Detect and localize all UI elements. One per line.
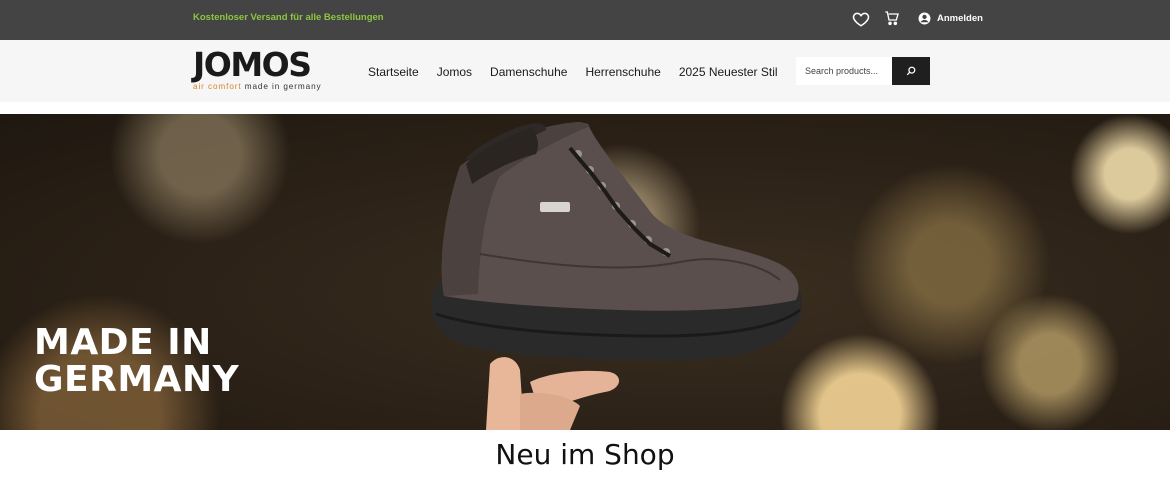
search-icon — [906, 66, 916, 76]
search-button[interactable] — [892, 57, 930, 85]
top-bar: Kostenloser Versand für alle Bestellunge… — [0, 0, 1170, 40]
nav-item-jomos[interactable]: Jomos — [437, 65, 472, 79]
nav-item-neuester-stil[interactable]: 2025 Neuester Stil — [679, 65, 778, 79]
heart-icon[interactable] — [852, 10, 870, 28]
main-header: JOMOS air comfort made in germany Starts… — [0, 40, 1170, 102]
login-label: Anmelden — [937, 12, 983, 24]
logo-tagline: air comfort made in germany — [193, 82, 328, 92]
logo-tagline-highlight: air comfort — [193, 82, 242, 91]
section-title: Neu im Shop — [495, 438, 675, 471]
logo-word: JOMOS — [193, 45, 312, 84]
hero-headline-line-2: GERMANY — [34, 359, 240, 400]
nav-item-damenschuhe[interactable]: Damenschuhe — [490, 65, 567, 79]
nav-item-startseite[interactable]: Startseite — [368, 65, 419, 79]
logo-tagline-rest: made in germany — [241, 82, 322, 91]
search-bar — [796, 57, 930, 85]
search-input[interactable] — [796, 57, 892, 85]
logo[interactable]: JOMOS air comfort made in germany — [193, 48, 328, 94]
user-circle-icon — [918, 12, 931, 24]
boot-image — [431, 122, 802, 430]
shipping-promo: Kostenloser Versand für alle Bestellunge… — [193, 12, 384, 23]
main-nav: Startseite Jomos Damenschuhe Herrenschuh… — [368, 65, 778, 79]
hero-headline-line-1: MADE IN — [34, 322, 212, 363]
login-link[interactable]: Anmelden — [918, 11, 983, 25]
hero-banner[interactable]: MADE IN GERMANY — [0, 114, 1170, 430]
nav-item-herrenschuhe[interactable]: Herrenschuhe — [585, 65, 660, 79]
cart-icon[interactable] — [884, 10, 900, 26]
hero-headline: MADE IN GERMANY — [34, 324, 239, 398]
